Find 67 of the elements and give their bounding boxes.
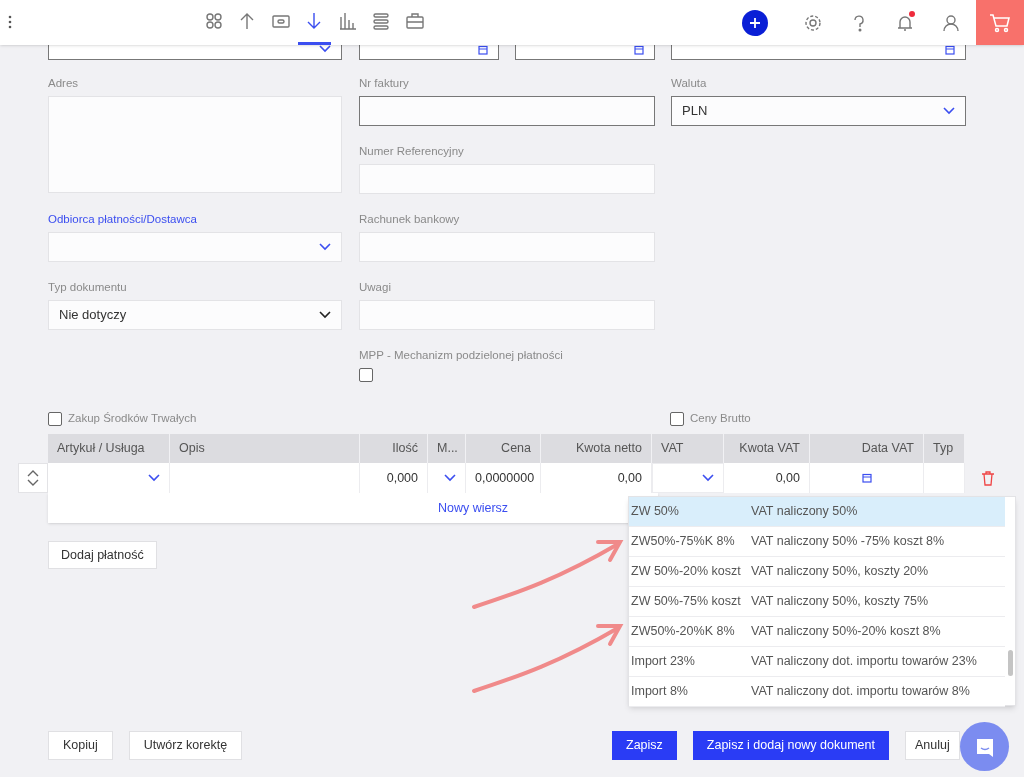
add-button[interactable] <box>742 9 768 36</box>
date-field[interactable] <box>515 45 655 60</box>
column-header: VAT <box>652 434 724 463</box>
table-cell[interactable]: 0,00 <box>724 463 810 493</box>
chevron-down-icon <box>702 474 714 482</box>
calendar-icon <box>945 45 955 55</box>
chevron-down-icon <box>148 474 160 482</box>
footer-button[interactable]: Utwórz korektę <box>128 731 243 760</box>
trash-icon <box>982 470 994 486</box>
briefcase-icon <box>405 12 424 30</box>
select-field[interactable]: Nie dotyczy <box>48 300 342 330</box>
bell-icon <box>896 13 914 32</box>
field-label: Rachunek bankowy <box>359 212 461 226</box>
up-down-icon <box>27 470 39 486</box>
cart-button[interactable] <box>976 0 1024 45</box>
footer-button[interactable]: Kopiuj <box>48 731 113 760</box>
field-label: Waluta <box>671 76 708 90</box>
field-label: Typ dokumentu <box>48 280 128 294</box>
checkbox-label: Ceny Brutto <box>690 411 751 426</box>
chevron-down-icon <box>943 107 955 115</box>
footer-button[interactable]: Zapisz i dodaj nowy dokument <box>692 731 889 760</box>
select-field[interactable]: PLN <box>671 96 966 126</box>
calendar-icon <box>861 473 872 483</box>
chevron-down-icon <box>319 45 331 53</box>
footer-button[interactable]: Zapisz <box>612 731 677 760</box>
list-icon <box>372 12 391 30</box>
date-field[interactable] <box>671 45 966 60</box>
field-label: Odbiorca płatności/Dostawca <box>48 212 198 226</box>
reorder-handle[interactable] <box>18 463 48 493</box>
plus-icon <box>750 17 760 28</box>
field-label: Nr faktury <box>359 76 410 90</box>
select-field[interactable] <box>48 45 342 60</box>
field-label: MPP - Mechanizm podzielonej płatności <box>359 348 564 362</box>
calendar-icon <box>478 45 488 55</box>
dropdown-option[interactable]: ZW 50%-75% koszt VAT naliczony 50%, koszty 75% <box>629 587 1006 617</box>
input-field[interactable] <box>359 96 655 126</box>
calendar-icon <box>634 45 644 55</box>
dropdown-option[interactable]: ZW 50%-20% koszt VAT naliczony 50%, koszty 20% <box>629 557 1006 587</box>
footer-button[interactable]: Anuluj <box>905 731 960 760</box>
field-label: Adres <box>48 76 80 90</box>
add-payment-button[interactable]: Dodaj płatność <box>48 541 157 569</box>
chevron-down-icon <box>319 243 331 251</box>
chevron-down-icon <box>444 474 456 482</box>
dropdown-option[interactable]: ZW 50% VAT naliczony 50% <box>629 497 1006 527</box>
dropdown-option[interactable]: ZW50%-20%K 8% VAT naliczony 50%-20% koszt 8% <box>629 617 1006 647</box>
field-label: Uwagi <box>359 280 392 294</box>
checkbox[interactable] <box>359 368 373 382</box>
grid-icon <box>204 12 223 30</box>
dropdown-option[interactable]: ZW50%-75%K 8% VAT naliczony 50% -75% koszt 8% <box>629 527 1006 557</box>
cash-icon <box>271 12 290 30</box>
checkbox[interactable] <box>48 411 62 426</box>
field-label: Numer Referencyjny <box>359 144 465 158</box>
date-field[interactable] <box>359 45 499 60</box>
table-cell[interactable] <box>652 463 724 493</box>
checkbox[interactable] <box>670 411 684 426</box>
dropdown-option[interactable]: Import 8% VAT naliczony dot. importu towarów 8% <box>629 677 1006 707</box>
dropdown-option[interactable]: Import 23% VAT naliczony dot. importu towarów 23% <box>629 647 1006 677</box>
settings-icon <box>804 13 822 32</box>
checkbox-label: Zakup Środków Trwałych <box>68 411 197 426</box>
new-row-link[interactable]: Nowy wiersz <box>437 498 509 518</box>
chevron-down-icon <box>319 311 331 319</box>
user-icon <box>942 13 960 32</box>
chat-button[interactable] <box>960 722 1009 771</box>
bar-chart-icon <box>338 12 357 30</box>
scrollbar-thumb[interactable] <box>1008 650 1014 676</box>
menu-icon[interactable] <box>8 14 12 30</box>
cart-icon <box>989 12 1011 33</box>
